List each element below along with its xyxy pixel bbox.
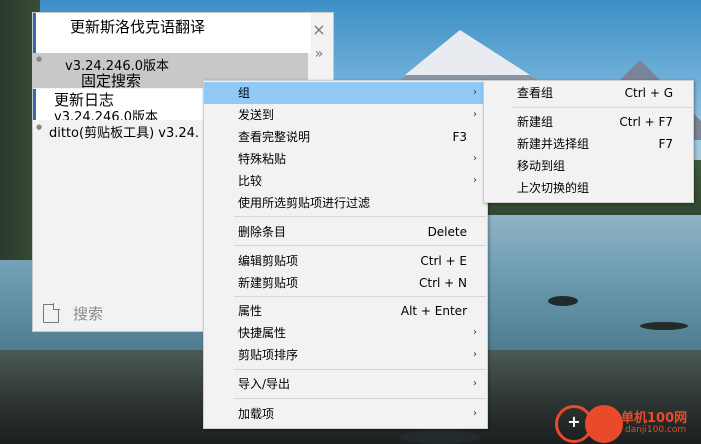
watermark-circle-icon [585, 405, 623, 443]
rock [548, 296, 578, 306]
menu-item-addons[interactable]: 加载项 › [204, 403, 487, 425]
close-icon[interactable]: × [310, 21, 328, 39]
menu-item-label: 快捷属性 [238, 326, 287, 340]
menu-item-label: 剪贴项排序 [238, 348, 299, 362]
submenu-item-label: 查看组 [517, 86, 554, 100]
menu-item-delete[interactable]: 删除条目 Delete [204, 221, 487, 243]
menu-item-quick-properties[interactable]: 快捷属性 › [204, 322, 487, 344]
submenu-item-label: 上次切换的组 [517, 181, 590, 195]
menu-item-label: 删除条目 [238, 225, 287, 239]
clip-row[interactable]: 更新斯洛伐克语翻译 [33, 13, 311, 53]
submenu-arrow-icon: › [473, 349, 477, 360]
watermark-logo: + 单机100网 danji100.com [555, 405, 695, 443]
submenu-item-label: 新建组 [517, 115, 554, 129]
menu-shortcut: Ctrl + F7 [619, 115, 673, 129]
submenu-item-move-to-group[interactable]: 移动到组 [484, 155, 693, 177]
menu-item-special-paste[interactable]: 特殊粘贴 › [204, 148, 487, 170]
row-marker-icon: ● [36, 55, 43, 63]
menu-shortcut: F7 [658, 137, 673, 151]
menu-separator [234, 245, 486, 246]
chevron-double-right-icon[interactable]: » [310, 45, 328, 63]
menu-shortcut: Ctrl + E [420, 254, 467, 268]
menu-item-edit-clip[interactable]: 编辑剪贴项 Ctrl + E [204, 250, 487, 272]
menu-separator [234, 398, 486, 399]
menu-separator [512, 107, 692, 108]
menu-item-label: 导入/导出 [238, 377, 291, 391]
submenu-arrow-icon: › [473, 109, 477, 120]
menu-separator [234, 369, 486, 370]
submenu-arrow-icon: › [473, 87, 477, 98]
submenu-arrow-icon: › [473, 175, 477, 186]
rock [640, 322, 688, 330]
menu-item-group[interactable]: 组 › [204, 82, 487, 104]
clip-title: 更新斯洛伐克语翻译 [70, 18, 206, 36]
menu-shortcut: F3 [452, 130, 467, 144]
submenu-arrow-icon: › [473, 153, 477, 164]
menu-item-sort[interactable]: 剪贴项排序 › [204, 344, 487, 366]
submenu-arrow-icon: › [473, 327, 477, 338]
group-submenu: 查看组 Ctrl + G 新建组 Ctrl + F7 新建并选择组 F7 移动到… [483, 80, 694, 203]
search-input[interactable]: 搜索 [73, 303, 103, 324]
menu-item-compare[interactable]: 比较 › [204, 170, 487, 192]
watermark-text: 单机100网 [621, 411, 688, 426]
menu-item-label: 查看完整说明 [238, 130, 311, 144]
context-menu: 组 › 发送到 › 查看完整说明 F3 特殊粘贴 › 比较 › 使用所选剪贴项进… [203, 80, 488, 429]
watermark-subtext: danji100.com [625, 425, 687, 435]
clip-title: ditto(剪贴板工具) v3.24. [49, 126, 200, 141]
menu-item-import-export[interactable]: 导入/导出 › [204, 373, 487, 395]
menu-item-send-to[interactable]: 发送到 › [204, 104, 487, 126]
menu-item-label: 新建剪贴项 [238, 276, 299, 290]
submenu-item-last-group[interactable]: 上次切换的组 [484, 177, 693, 199]
row-marker-icon: ● [36, 123, 43, 131]
menu-item-new-clip[interactable]: 新建剪贴项 Ctrl + N [204, 272, 487, 294]
submenu-item-new-group[interactable]: 新建组 Ctrl + F7 [484, 111, 693, 133]
menu-item-label: 加载项 [238, 407, 275, 421]
menu-shortcut: Ctrl + N [418, 276, 467, 290]
submenu-item-view-groups[interactable]: 查看组 Ctrl + G [484, 82, 693, 104]
clip-title: 固定搜索 [81, 72, 142, 88]
menu-item-label: 属性 [238, 304, 263, 318]
rock [400, 430, 480, 444]
submenu-item-new-select-group[interactable]: 新建并选择组 F7 [484, 133, 693, 155]
menu-item-label: 组 [238, 86, 251, 100]
menu-item-label: 比较 [238, 174, 263, 188]
submenu-item-label: 新建并选择组 [517, 137, 590, 151]
clip-subtitle: v3.24.246.0版本 [54, 110, 158, 120]
menu-item-label: 特殊粘贴 [238, 152, 287, 166]
submenu-arrow-icon: › [473, 378, 477, 389]
menu-item-label: 编辑剪贴项 [238, 254, 299, 268]
menu-shortcut: Alt + Enter [400, 304, 467, 318]
menu-item-properties[interactable]: 属性 Alt + Enter [204, 300, 487, 322]
menu-separator [234, 216, 486, 217]
snow-peak-shape [405, 30, 530, 75]
submenu-item-label: 移动到组 [517, 159, 566, 173]
note-icon[interactable] [43, 303, 60, 323]
menu-separator [234, 296, 486, 297]
menu-item-label: 使用所选剪贴项进行过滤 [238, 196, 371, 210]
menu-item-view-full[interactable]: 查看完整说明 F3 [204, 126, 487, 148]
submenu-arrow-icon: › [473, 408, 477, 419]
menu-shortcut: Ctrl + G [624, 86, 673, 100]
menu-item-label: 发送到 [238, 108, 275, 122]
menu-shortcut: Delete [427, 225, 467, 239]
menu-item-filter[interactable]: 使用所选剪贴项进行过滤 [204, 192, 487, 214]
